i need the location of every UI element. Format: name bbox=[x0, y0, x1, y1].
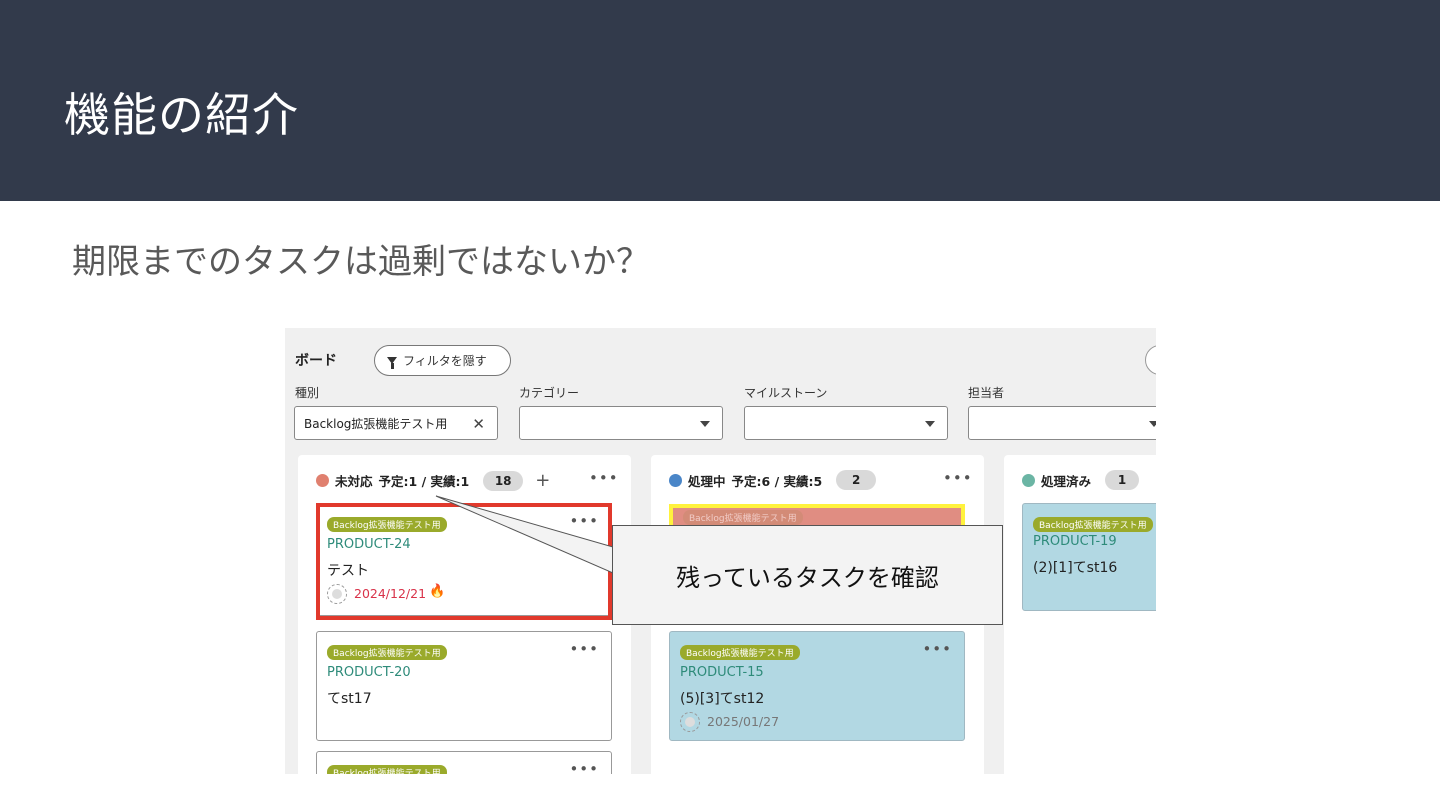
callout-box: 残っているタスクを確認 bbox=[612, 525, 1003, 625]
callout-pointer bbox=[435, 495, 614, 574]
callout-text: 残っているタスクを確認 bbox=[676, 563, 939, 592]
